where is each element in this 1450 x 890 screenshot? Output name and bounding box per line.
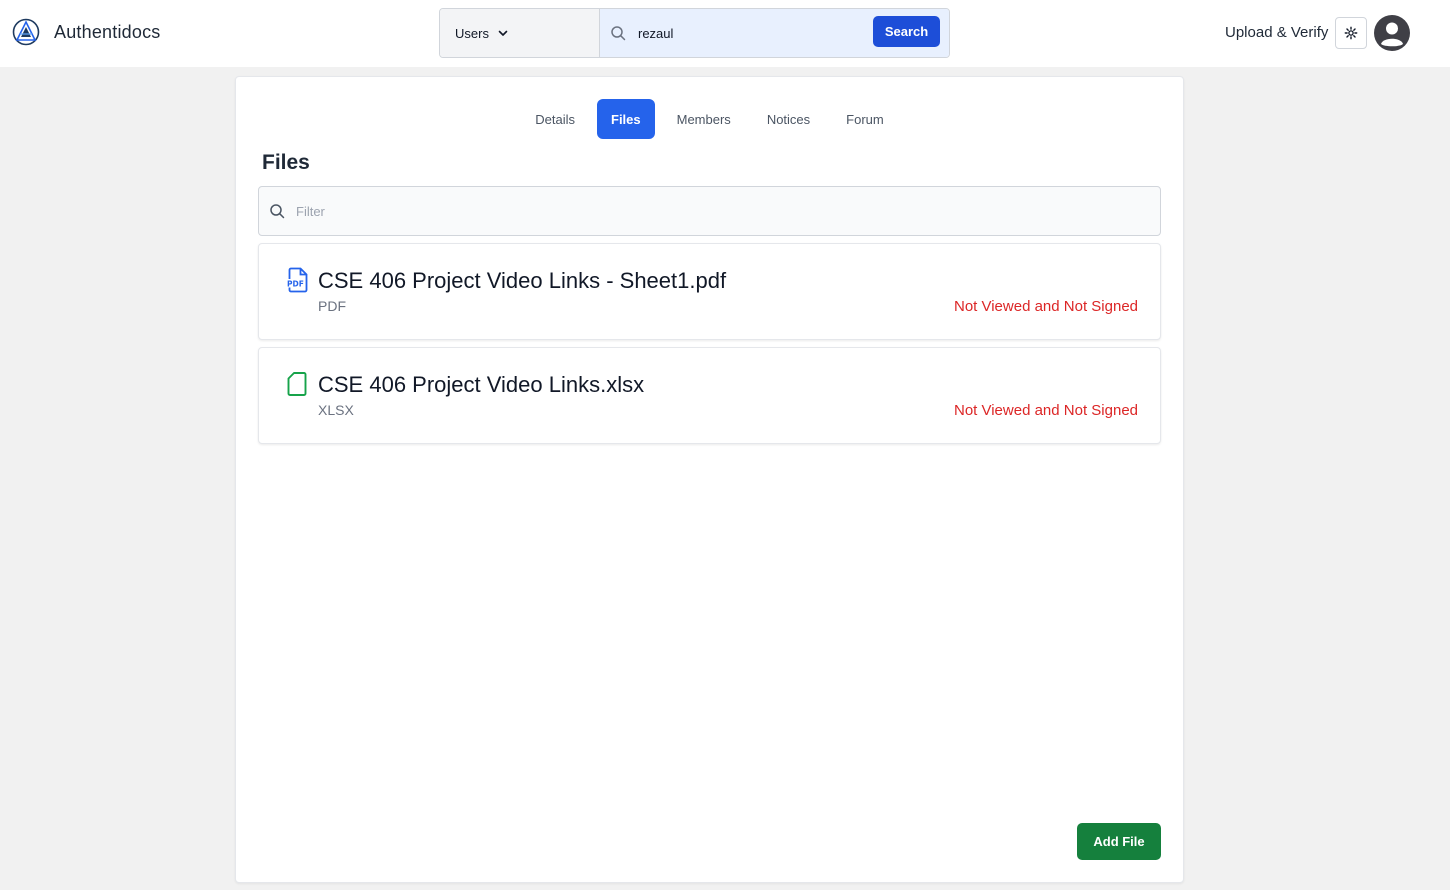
tab-members[interactable]: Members bbox=[659, 99, 749, 139]
file-type: PDF bbox=[318, 298, 346, 314]
search-icon bbox=[611, 26, 626, 41]
tab-details[interactable]: Details bbox=[517, 99, 593, 139]
add-file-button[interactable]: Add File bbox=[1077, 823, 1161, 860]
settings-button[interactable] bbox=[1335, 17, 1367, 49]
pdf-file-icon: PDF bbox=[286, 267, 308, 293]
search-input[interactable] bbox=[638, 25, 858, 41]
search-button[interactable]: Search bbox=[873, 16, 940, 47]
tab-notices[interactable]: Notices bbox=[749, 99, 828, 139]
search-scope-select[interactable]: Users bbox=[440, 9, 600, 57]
filter-input[interactable] bbox=[296, 203, 896, 219]
search-field: Search bbox=[600, 9, 949, 57]
file-status: Not Viewed and Not Signed bbox=[953, 402, 1138, 419]
global-search: Users Search bbox=[439, 8, 950, 58]
file-list-item[interactable]: PDF CSE 406 Project Video Links - Sheet1… bbox=[258, 243, 1161, 340]
authentidocs-logo-icon bbox=[12, 18, 40, 46]
page-title: Files bbox=[262, 151, 310, 174]
file-status: Not Viewed and Not Signed bbox=[953, 298, 1138, 315]
top-navbar: Authentidocs Users Search Upload & Verif… bbox=[0, 0, 1450, 67]
file-name: CSE 406 Project Video Links - Sheet1.pdf bbox=[318, 268, 727, 293]
spreadsheet-file-icon bbox=[287, 372, 307, 396]
tab-forum[interactable]: Forum bbox=[828, 99, 902, 139]
filter-box bbox=[258, 186, 1161, 236]
tab-bar: Details Files Members Notices Forum bbox=[236, 99, 1183, 139]
file-type: XLSX bbox=[318, 402, 354, 418]
brand[interactable]: Authentidocs bbox=[12, 18, 160, 46]
tab-files[interactable]: Files bbox=[597, 99, 655, 139]
search-scope-label: Users bbox=[455, 25, 489, 41]
group-content-card: Details Files Members Notices Forum File… bbox=[235, 76, 1184, 883]
svg-text:PDF: PDF bbox=[287, 280, 304, 289]
user-avatar-icon[interactable] bbox=[1373, 14, 1411, 52]
file-list-item[interactable]: CSE 406 Project Video Links.xlsx XLSX No… bbox=[258, 347, 1161, 444]
brand-name: Authentidocs bbox=[54, 21, 161, 42]
file-name: CSE 406 Project Video Links.xlsx bbox=[318, 372, 645, 397]
upload-verify-link[interactable]: Upload & Verify bbox=[1225, 24, 1328, 41]
gear-icon bbox=[1344, 26, 1358, 40]
chevron-down-icon bbox=[498, 30, 508, 36]
search-icon bbox=[270, 204, 285, 219]
